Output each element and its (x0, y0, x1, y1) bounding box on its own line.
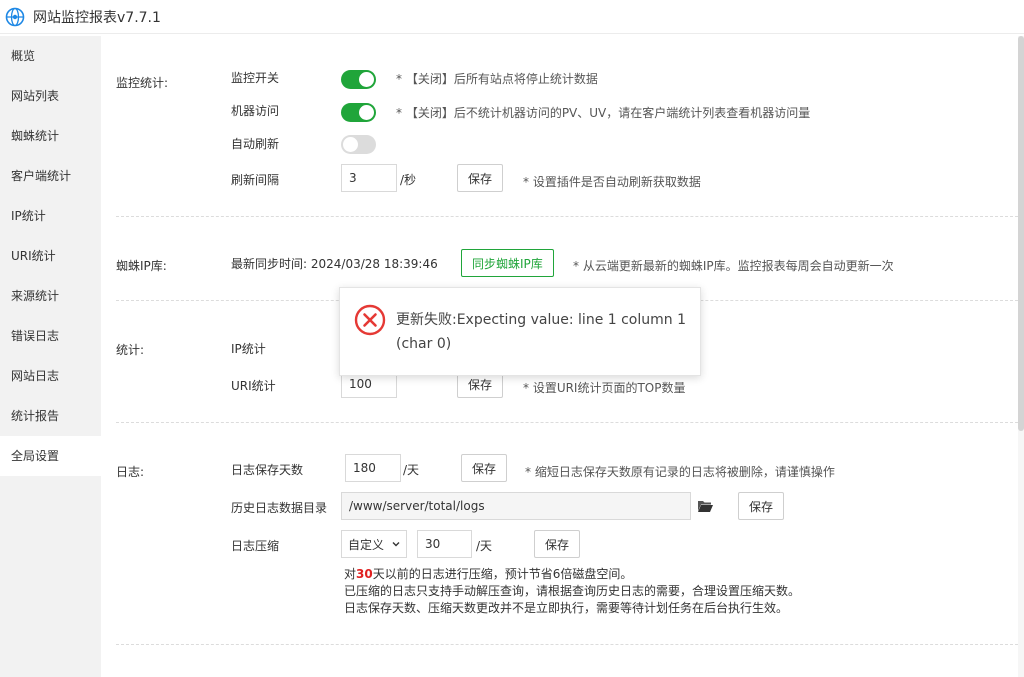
auto-refresh-label: 自动刷新 (231, 137, 280, 151)
bot-access-hint: * 【关闭】后不统计机器访问的PV、UV，请在客户端统计列表查看机器访问量 (396, 106, 811, 120)
uri-top-hint: * 设置URI统计页面的TOP数量 (523, 381, 686, 395)
sidebar-item-client-stats[interactable]: 客户端统计 (0, 156, 101, 196)
chevron-down-icon (392, 542, 400, 547)
sync-spider-ip-button[interactable]: 同步蜘蛛IP库 (461, 249, 554, 277)
folder-open-icon[interactable] (697, 499, 713, 513)
compress-note-line3: 日志保存天数、压缩天数更改并不是立即执行，需要等待计划任务在后台执行生效。 (344, 601, 789, 615)
monitor-section-label: 监控统计: (116, 76, 169, 90)
ip-stats-label: IP统计 (231, 342, 266, 356)
error-x-icon (354, 304, 386, 336)
uri-stats-label: URI统计 (231, 379, 276, 393)
error-toast: 更新失败:Expecting value: line 1 column 1 (c… (339, 287, 701, 376)
auto-refresh-toggle[interactable] (341, 135, 376, 154)
divider (116, 644, 1018, 645)
log-compress-days-input[interactable] (417, 530, 472, 558)
monitor-switch-hint: * 【关闭】后所有站点将停止统计数据 (396, 72, 598, 86)
log-retention-save-button[interactable]: 保存 (461, 454, 508, 482)
app-title: 网站监控报表v7.7.1 (33, 9, 161, 26)
history-dir-save-button[interactable]: 保存 (738, 492, 785, 520)
log-retention-input[interactable] (345, 454, 401, 482)
sidebar-item-global-settings[interactable]: 全局设置 (0, 436, 101, 476)
title-bar: 网站监控报表v7.7.1 (0, 0, 1024, 34)
sidebar-nav: 概览 网站列表 蜘蛛统计 客户端统计 IP统计 URI统计 来源统计 错误日志 … (0, 36, 101, 677)
sidebar-item-overview[interactable]: 概览 (0, 36, 101, 76)
sidebar-item-site-log[interactable]: 网站日志 (0, 356, 101, 396)
sidebar-item-report[interactable]: 统计报告 (0, 396, 101, 436)
history-dir-label: 历史日志数据目录 (231, 501, 328, 515)
error-message: 更新失败:Expecting value: line 1 column 1 (c… (396, 312, 687, 352)
log-retention-unit: /天 (403, 463, 420, 477)
log-compress-label: 日志压缩 (231, 539, 280, 553)
sidebar-item-site-list[interactable]: 网站列表 (0, 76, 101, 116)
compress-note-line1: 对30天以前的日志进行压缩，预计节省6倍磁盘空间。 (344, 567, 633, 581)
sidebar-item-ip-stats[interactable]: IP统计 (0, 196, 101, 236)
sidebar-item-referer-stats[interactable]: 来源统计 (0, 276, 101, 316)
sidebar-item-uri-stats[interactable]: URI统计 (0, 236, 101, 276)
monitor-switch-toggle[interactable] (341, 70, 376, 89)
refresh-interval-save-button[interactable]: 保存 (457, 164, 504, 192)
log-compress-save-button[interactable]: 保存 (534, 530, 581, 558)
sidebar-item-error-log[interactable]: 错误日志 (0, 316, 101, 356)
refresh-interval-hint: * 设置插件是否自动刷新获取数据 (523, 175, 701, 189)
log-compress-unit: /天 (476, 539, 493, 553)
spider-sync-hint: * 从云端更新最新的蜘蛛IP库。监控报表每周会自动更新一次 (573, 259, 894, 273)
settings-panel: 监控统计: 监控开关 * 【关闭】后所有站点将停止统计数据 机器访问 * 【关闭… (101, 36, 1018, 677)
scrollbar[interactable] (1018, 36, 1024, 677)
stats-section-label: 统计: (116, 343, 145, 357)
bot-access-label: 机器访问 (231, 104, 280, 118)
refresh-interval-unit: /秒 (400, 173, 417, 187)
refresh-interval-input[interactable] (341, 164, 397, 192)
divider (116, 422, 1018, 423)
logs-section-label: 日志: (116, 465, 145, 479)
compress-note-line2: 已压缩的日志只支持手动解压查询，请根据查询历史日志的需要，合理设置压缩天数。 (344, 584, 801, 598)
bot-access-toggle[interactable] (341, 103, 376, 122)
globe-logo-icon (5, 7, 25, 26)
spider-section-label: 蜘蛛IP库: (116, 259, 167, 273)
log-compress-notes: 对30天以前的日志进行压缩，预计节省6倍磁盘空间。 已压缩的日志只支持手动解压查… (344, 566, 800, 617)
divider (116, 216, 1018, 217)
log-compress-mode-value: 自定义 (348, 537, 385, 552)
scrollbar-thumb[interactable] (1018, 36, 1024, 431)
monitor-switch-label: 监控开关 (231, 71, 280, 85)
compress-days-highlight: 30 (356, 567, 373, 581)
log-retention-hint: * 缩短日志保存天数原有记录的日志将被删除，请谨慎操作 (525, 465, 835, 479)
history-dir-input[interactable] (341, 492, 691, 520)
log-compress-mode-select[interactable]: 自定义 (341, 530, 407, 558)
sidebar-item-spider-stats[interactable]: 蜘蛛统计 (0, 116, 101, 156)
refresh-interval-label: 刷新间隔 (231, 173, 280, 187)
spider-sync-time: 最新同步时间: 2024/03/28 18:39:46 (231, 257, 438, 271)
log-retention-label: 日志保存天数 (231, 463, 304, 477)
